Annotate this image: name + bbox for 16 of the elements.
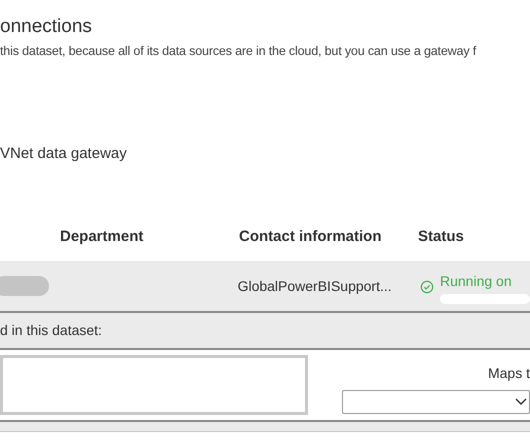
description-text: this dataset, because all of its data sources are in the cloud, but you can use a gateway f [0,43,476,60]
check-circle-icon [420,280,434,294]
gateway-option-label: VNet data gateway [0,144,127,164]
column-header: Contact information [239,227,382,248]
chevron-down-icon [515,398,527,406]
maps-to-dropdown[interactable] [342,390,530,414]
maps-to-label: Maps t [488,364,530,383]
data-source-field[interactable] [0,355,308,416]
column-header: Status [418,227,464,248]
redaction-block [0,276,49,296]
sources-label: d in this dataset: [0,321,102,340]
section-title: onnections [0,15,92,39]
gateway-row[interactable]: GlobalPowerBISupport... Running on [0,261,530,314]
status-text: Running on [440,272,513,292]
column-header: Department [60,227,144,248]
contact-cell-text: GlobalPowerBISupport... [238,276,393,296]
